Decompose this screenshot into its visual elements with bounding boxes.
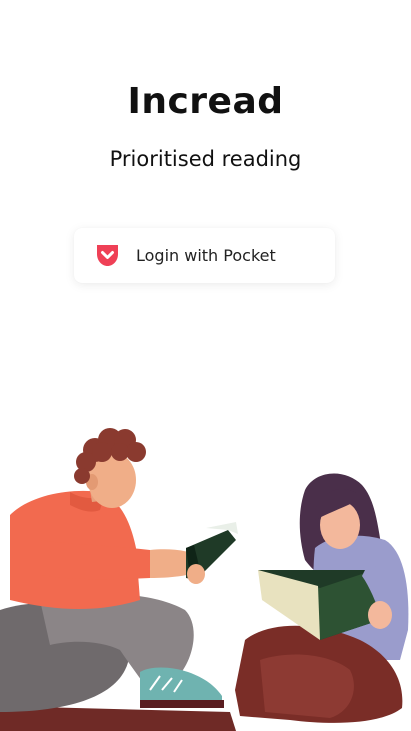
people-reading-illustration: [0, 428, 409, 731]
app-subtitle: Prioritised reading: [109, 147, 302, 171]
login-button-label: Login with Pocket: [136, 246, 276, 265]
app-title: Incread: [127, 81, 284, 122]
pocket-icon: [97, 245, 118, 266]
login-with-pocket-button[interactable]: Login with Pocket: [74, 228, 335, 283]
